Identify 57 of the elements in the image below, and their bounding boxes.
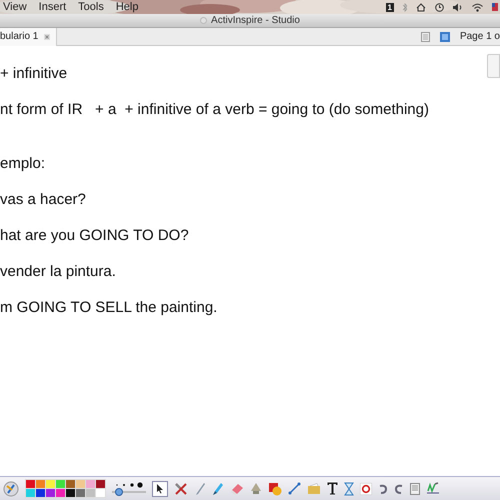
highlighter-icon[interactable] bbox=[212, 482, 224, 496]
volume-icon[interactable] bbox=[453, 2, 463, 12]
document-tab[interactable]: bulario 1 bbox=[0, 28, 58, 46]
tools-icon[interactable] bbox=[174, 482, 188, 496]
color-swatch[interactable] bbox=[56, 480, 65, 488]
pen-icon[interactable] bbox=[194, 482, 206, 496]
eraser-icon[interactable] bbox=[230, 482, 244, 494]
house-icon[interactable] bbox=[416, 2, 426, 12]
pointer-icon[interactable] bbox=[152, 480, 168, 496]
color-swatch[interactable] bbox=[76, 489, 85, 497]
color-swatch[interactable] bbox=[26, 489, 35, 497]
signature-icon[interactable] bbox=[426, 482, 440, 495]
close-icon[interactable] bbox=[44, 34, 50, 40]
color-swatch[interactable] bbox=[46, 480, 55, 488]
side-panel-handle[interactable] bbox=[487, 54, 500, 78]
color-swatch[interactable] bbox=[96, 480, 105, 488]
wifi-icon[interactable] bbox=[472, 2, 483, 12]
page-indicator: Page 1 o bbox=[460, 30, 500, 44]
document-icon[interactable] bbox=[410, 482, 420, 494]
color-swatch[interactable] bbox=[36, 489, 45, 497]
slide-text-line: emplo: bbox=[0, 154, 46, 174]
menu-item[interactable]: Tools bbox=[78, 0, 104, 14]
color-swatch[interactable] bbox=[86, 480, 95, 488]
color-swatch[interactable] bbox=[96, 489, 105, 497]
pen-size-dots-icon[interactable] bbox=[114, 482, 144, 488]
folder-icon[interactable] bbox=[307, 482, 321, 494]
app-icon bbox=[200, 17, 208, 24]
slide-text-line: hat are you GOING TO DO? bbox=[0, 226, 189, 246]
pen-width-slider[interactable] bbox=[112, 488, 146, 496]
connector-icon[interactable] bbox=[288, 482, 301, 495]
slide-text-line: nt form of IR + a + infinitive of a verb = going to (do something) bbox=[0, 100, 429, 120]
menu-item[interactable]: Insert bbox=[38, 0, 66, 14]
flag-icon[interactable] bbox=[492, 3, 498, 11]
undo-icon[interactable] bbox=[378, 482, 388, 494]
window-title: ActivInspire - Studio bbox=[211, 14, 300, 28]
text-tool-icon[interactable] bbox=[327, 482, 338, 495]
slide-text-line: vender la pintura. bbox=[0, 262, 116, 282]
menu-item[interactable]: View bbox=[3, 0, 27, 14]
color-swatch[interactable] bbox=[56, 489, 65, 497]
slide-text-line: vas a hacer? bbox=[0, 190, 86, 210]
color-swatch[interactable] bbox=[36, 480, 45, 488]
color-swatch[interactable] bbox=[26, 480, 35, 488]
color-swatch[interactable] bbox=[86, 489, 95, 497]
slide-text-line: m GOING TO SELL the painting. bbox=[0, 298, 218, 318]
redo-icon[interactable] bbox=[394, 482, 404, 494]
slide-text-line: + infinitive bbox=[0, 64, 68, 84]
color-swatch[interactable] bbox=[76, 480, 85, 488]
hourglass-icon[interactable] bbox=[344, 482, 354, 496]
menu-item[interactable]: Help bbox=[116, 0, 138, 14]
shapes-icon[interactable] bbox=[268, 482, 282, 496]
bluetooth-icon[interactable] bbox=[403, 2, 407, 12]
color-swatch[interactable] bbox=[46, 489, 55, 497]
color-swatch[interactable] bbox=[66, 489, 75, 497]
color-swatch[interactable] bbox=[66, 480, 75, 488]
page-icon[interactable] bbox=[420, 32, 430, 42]
page-thumbnail-icon[interactable] bbox=[440, 32, 450, 42]
clock-icon[interactable] bbox=[435, 2, 444, 12]
